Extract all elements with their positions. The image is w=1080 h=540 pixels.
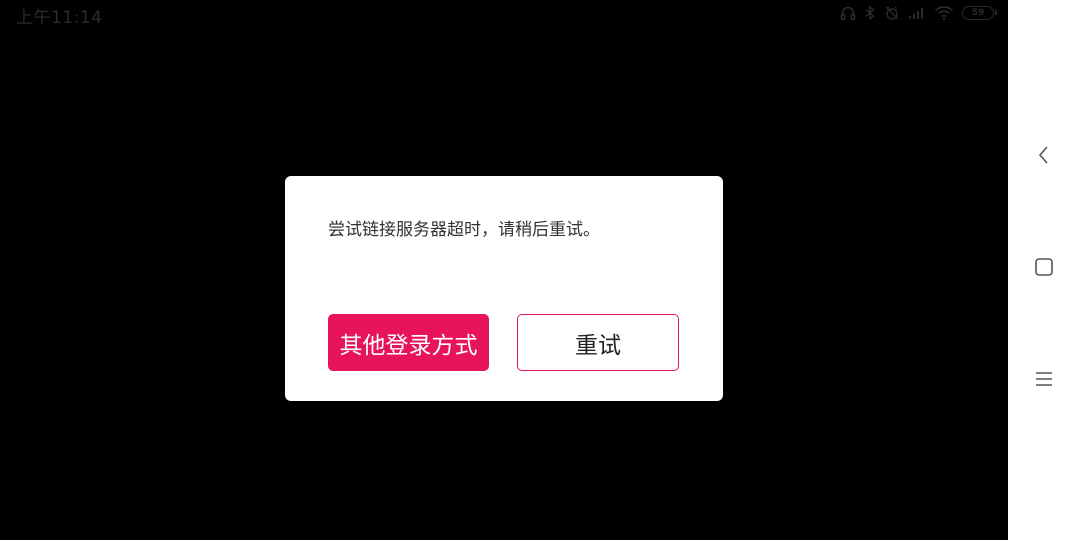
retry-button[interactable]: 重试 — [517, 314, 679, 371]
status-icons: 59 — [840, 3, 997, 23]
back-icon — [1036, 143, 1052, 171]
nav-home-button[interactable] — [1026, 251, 1062, 287]
wifi-icon — [934, 5, 954, 21]
app-area: 上午11:14 59 尝试链接服务器超时，请稍后重试。 其他登录方式 重试 — [0, 0, 1008, 540]
nav-back-button[interactable] — [1026, 139, 1062, 175]
home-icon — [1033, 256, 1055, 282]
status-time: 上午11:14 — [16, 8, 103, 28]
navigation-bar — [1008, 0, 1080, 540]
status-bar: 上午11:14 59 — [0, 0, 1008, 28]
screen: 上午11:14 59 尝试链接服务器超时，请稍后重试。 其他登录方式 重试 — [0, 0, 1080, 540]
signal-icon — [908, 6, 926, 20]
menu-icon — [1034, 369, 1054, 393]
alarm-off-icon — [884, 5, 900, 21]
other-login-button[interactable]: 其他登录方式 — [328, 314, 489, 371]
dialog-message: 尝试链接服务器超时，请稍后重试。 — [328, 220, 600, 240]
bluetooth-icon — [864, 5, 876, 21]
headphones-icon — [840, 5, 856, 21]
battery-level: 59 — [971, 7, 985, 18]
timeout-dialog: 尝试链接服务器超时，请稍后重试。 其他登录方式 重试 — [285, 176, 723, 401]
nav-menu-button[interactable] — [1026, 363, 1062, 399]
battery-icon: 59 — [962, 6, 997, 20]
